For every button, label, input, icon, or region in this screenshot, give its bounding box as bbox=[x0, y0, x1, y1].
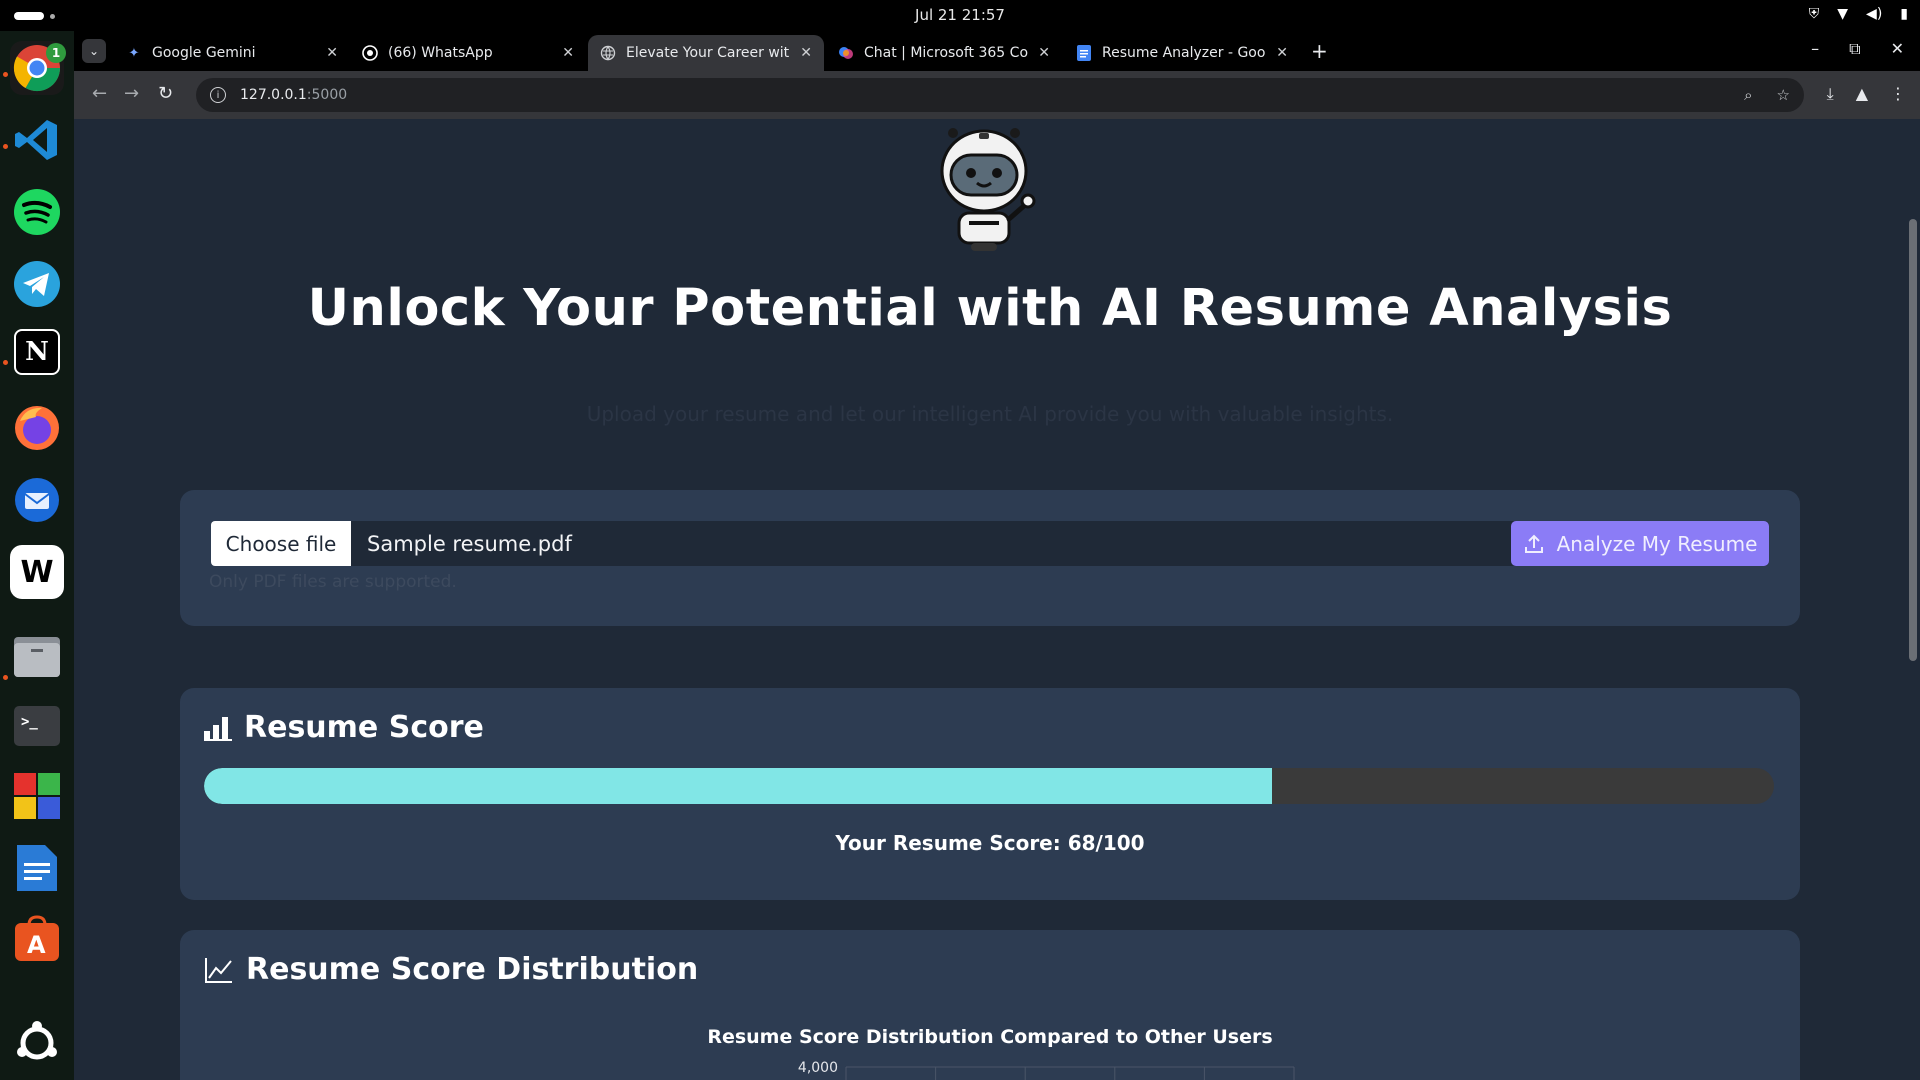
tab-search-button[interactable]: ⌄ bbox=[82, 39, 106, 63]
svg-text:A: A bbox=[27, 931, 46, 959]
browser-toolbar: ← → ↻ i 127.0.0.1:5000 ⌕ ☆ ⤓ ▲ ⋮ bbox=[74, 71, 1920, 119]
scrollbar-thumb[interactable] bbox=[1909, 219, 1917, 661]
score-progress-bar bbox=[204, 768, 1774, 804]
battery-icon: ▮ bbox=[1900, 6, 1908, 22]
shield-icon: ⛨ bbox=[1808, 6, 1820, 22]
y-tick-label: 4,000 bbox=[798, 1060, 838, 1076]
analyze-label: Analyze My Resume bbox=[1556, 531, 1758, 556]
bar-chart-icon bbox=[204, 716, 232, 741]
chrome-icon[interactable]: 1 bbox=[10, 41, 66, 95]
score-progress-fill bbox=[204, 768, 1272, 804]
show-apps-icon[interactable] bbox=[10, 1016, 64, 1070]
upload-icon bbox=[1524, 534, 1543, 553]
running-indicator bbox=[3, 675, 8, 680]
windows-apps-icon[interactable] bbox=[10, 769, 64, 823]
download-icon[interactable]: ⤓ bbox=[1827, 84, 1834, 104]
close-tab-icon[interactable]: ✕ bbox=[326, 45, 338, 61]
site-info-icon[interactable]: i bbox=[210, 87, 226, 103]
reload-icon[interactable]: ↻ bbox=[158, 83, 173, 104]
clock[interactable]: Jul 21 21:57 bbox=[0, 6, 1920, 24]
vscode-icon[interactable] bbox=[10, 113, 64, 167]
menu-icon[interactable]: ⋮ bbox=[1890, 84, 1906, 104]
back-icon[interactable]: ← bbox=[92, 83, 107, 104]
close-tab-icon[interactable]: ✕ bbox=[1276, 45, 1288, 61]
files-icon[interactable] bbox=[10, 629, 64, 683]
upload-card: Choose file Sample resume.pdf Analyze My… bbox=[180, 490, 1800, 626]
svg-text:>_: >_ bbox=[21, 714, 38, 730]
hero-title: Unlock Your Potential with AI Resume Ana… bbox=[307, 279, 1673, 338]
url-port: :5000 bbox=[306, 87, 348, 103]
page-viewport: Unlock Your Potential with AI Resume Ana… bbox=[74, 119, 1920, 1080]
tab-microsoft-copilot[interactable]: Chat | Microsoft 365 Cop ✕ bbox=[826, 35, 1062, 71]
resume-score-heading: Resume Score bbox=[204, 710, 484, 745]
tab-elevate-your-career[interactable]: Elevate Your Career with ✕ bbox=[588, 35, 824, 71]
close-tab-icon[interactable]: ✕ bbox=[562, 45, 574, 61]
running-indicator bbox=[3, 144, 8, 149]
gemini-icon: ✦ bbox=[128, 45, 140, 61]
url-host: 127.0.0.1 bbox=[240, 87, 307, 103]
page-scrollbar[interactable] bbox=[1906, 119, 1920, 1080]
close-window-icon[interactable]: ✕ bbox=[1891, 39, 1904, 59]
score-text: Your Resume Score: 68/100 bbox=[835, 831, 1145, 855]
wifi-icon: ▼ bbox=[1837, 6, 1849, 22]
close-tab-icon[interactable]: ✕ bbox=[800, 45, 812, 61]
tab-whatsapp[interactable]: (66) WhatsApp ✕ bbox=[350, 35, 586, 71]
spotify-icon[interactable] bbox=[10, 185, 64, 239]
chrome-badge: 1 bbox=[46, 43, 66, 63]
toolbar-actions: ⤓ ▲ ⋮ bbox=[1827, 84, 1906, 104]
globe-icon bbox=[600, 45, 616, 61]
copilot-icon bbox=[838, 45, 854, 61]
writer-icon[interactable] bbox=[10, 841, 64, 895]
upload-hint: Only PDF files are supported. bbox=[209, 572, 457, 592]
wps-icon[interactable]: W bbox=[10, 545, 64, 599]
telegram-icon[interactable] bbox=[10, 257, 64, 311]
distribution-chart: 4,0003,000 bbox=[798, 1060, 1295, 1080]
minimize-icon[interactable]: – bbox=[1811, 39, 1819, 59]
forward-icon[interactable]: → bbox=[124, 83, 139, 104]
close-tab-icon[interactable]: ✕ bbox=[1038, 45, 1050, 61]
app-center-icon[interactable]: A bbox=[10, 911, 64, 965]
tab-strip: ⌄ ✦ Google Gemini ✕ (66) WhatsApp ✕ Elev… bbox=[74, 31, 1920, 71]
docs-icon bbox=[1076, 45, 1092, 61]
score-distribution-card: Resume Score Distribution Resume Score D… bbox=[180, 930, 1800, 1080]
score-distribution-heading: Resume Score Distribution bbox=[204, 952, 698, 987]
system-tray[interactable]: ⛨ ▼ ◀) ▮ bbox=[1809, 6, 1908, 22]
line-chart-icon bbox=[205, 957, 232, 983]
tab-google-gemini[interactable]: ✦ Google Gemini ✕ bbox=[114, 35, 350, 71]
analyze-resume-button[interactable]: Analyze My Resume bbox=[1511, 521, 1769, 566]
notion-icon[interactable]: N bbox=[14, 329, 60, 375]
running-indicator bbox=[3, 360, 8, 365]
whatsapp-icon bbox=[362, 45, 378, 61]
restore-icon[interactable]: ⧉ bbox=[1849, 39, 1860, 59]
tab-resume-analyzer-docs[interactable]: Resume Analyzer - Googl ✕ bbox=[1064, 35, 1300, 71]
bookmark-star-icon[interactable]: ☆ bbox=[1777, 86, 1790, 104]
address-bar[interactable]: i 127.0.0.1:5000 ⌕ ☆ bbox=[196, 78, 1804, 112]
system-top-bar: Jul 21 21:57 ⛨ ▼ ◀) ▮ bbox=[0, 0, 1920, 31]
terminal-icon[interactable]: >_ bbox=[10, 699, 64, 753]
browser-window: ⌄ ✦ Google Gemini ✕ (66) WhatsApp ✕ Elev… bbox=[74, 31, 1920, 1080]
chart-title: Resume Score Distribution Compared to Ot… bbox=[707, 1026, 1273, 1048]
thunderbird-icon[interactable] bbox=[10, 473, 64, 527]
robot-mascot bbox=[940, 128, 1036, 251]
zoom-icon[interactable]: ⌕ bbox=[1744, 86, 1752, 104]
running-indicator bbox=[3, 72, 8, 77]
profile-icon[interactable]: ▲ bbox=[1856, 84, 1868, 104]
window-controls: – ⧉ ✕ bbox=[1811, 39, 1904, 59]
omnibox-actions: ⌕ ☆ bbox=[1744, 86, 1790, 104]
volume-icon: ◀) bbox=[1866, 6, 1883, 22]
choose-file-button[interactable]: Choose file bbox=[211, 521, 351, 566]
hero-subtitle: Upload your resume and let our intellige… bbox=[586, 402, 1394, 426]
resume-score-card: Resume Score Your Resume Score: 68/100 bbox=[180, 688, 1800, 900]
dock: 1 N W >_ A bbox=[0, 31, 74, 1080]
new-tab-button[interactable]: + bbox=[1311, 39, 1328, 63]
firefox-icon[interactable] bbox=[10, 401, 64, 455]
